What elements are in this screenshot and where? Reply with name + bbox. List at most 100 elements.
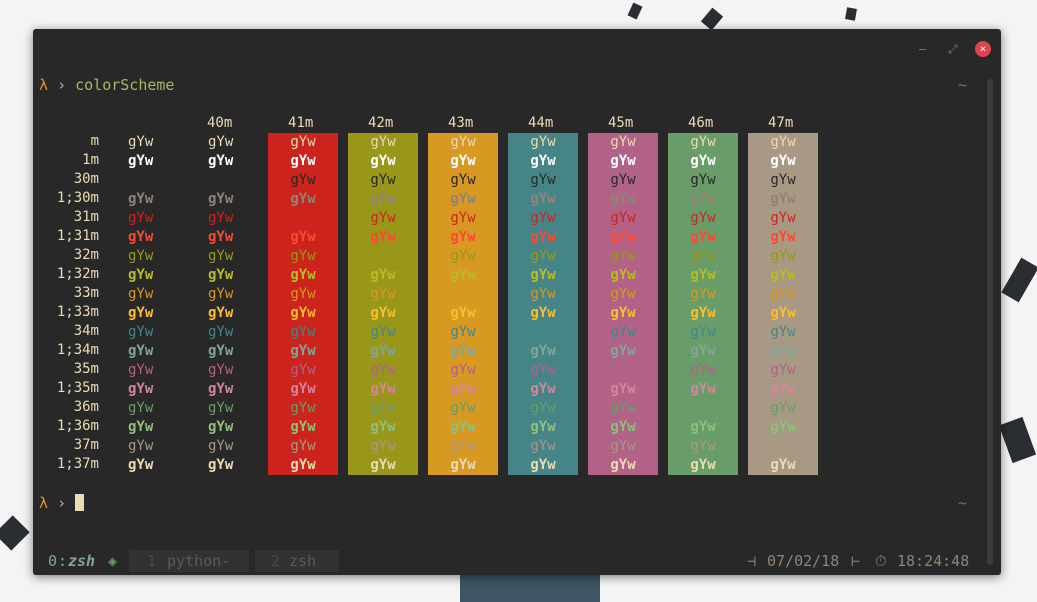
wallpaper-shard (0, 515, 30, 551)
color-sample: gYw (370, 153, 396, 169)
color-sample: gYw (770, 305, 796, 321)
active-prompt[interactable]: λ › (39, 494, 85, 513)
fg-row-label: 1;31m (56, 228, 99, 244)
color-sample: gYw (610, 172, 636, 188)
color-sample: gYw (370, 457, 396, 473)
color-sample: gYw (370, 172, 396, 188)
minimize-button[interactable]: – (919, 41, 926, 57)
bg-column-43m: gYw gYw gYw gYw gYw gYw gYw gYw gYw gYw gYw gYw gYw g… (428, 133, 498, 475)
color-sample: gYw (290, 362, 316, 378)
default-bg-sample: gYw (128, 457, 154, 473)
color-sample: gYw (450, 191, 476, 207)
fg-row-label: 33m (73, 285, 99, 301)
tmux-status-bar: 0 : zsh ◈ 1 python- 2 zsh ⊣ 07/02/18 ⊢ ⏱… (41, 550, 987, 572)
color-sample: gYw (770, 248, 796, 264)
clock-icon: ⏱ (875, 552, 887, 570)
color-sample: gYw (770, 153, 796, 169)
color-sample: gYw (690, 153, 716, 169)
bg-header-41m: 41m (288, 115, 314, 131)
command-line: λ › colorScheme (39, 76, 174, 95)
color-sample: gYw (450, 324, 476, 340)
fg-row-label: 34m (73, 323, 99, 339)
bg-header-47m: 47m (768, 115, 794, 131)
fg-row-label: 35m (73, 361, 99, 377)
color-sample: gYw (690, 267, 716, 283)
wallpaper-shard (627, 2, 643, 20)
color-sample: gYw (690, 400, 716, 416)
terminal-window[interactable]: – ⤢ × λ › colorScheme ~ λ › ~ 0 : zsh ◈ … (33, 29, 1001, 575)
bg-40m-sample: gYw (208, 229, 234, 245)
session-marker-icon: ◈ (108, 552, 118, 570)
bg-40m-sample: gYw (208, 400, 234, 416)
bg-40m-sample: gYw (208, 419, 234, 435)
color-sample: gYw (610, 229, 636, 245)
color-sample: gYw (610, 153, 636, 169)
maximize-button[interactable]: ⤢ (948, 41, 958, 57)
bg-40m-sample: gYw (208, 438, 234, 454)
color-sample: gYw (370, 267, 396, 283)
fg-row-label: 1;33m (56, 304, 99, 320)
title-bar[interactable]: – ⤢ × (33, 29, 1001, 69)
color-sample: gYw (370, 210, 396, 226)
color-sample: gYw (370, 343, 396, 359)
color-sample: gYw (690, 343, 716, 359)
color-sample: gYw (610, 191, 636, 207)
color-sample: gYw (610, 419, 636, 435)
default-bg-sample: gYw (128, 362, 154, 378)
bg-column-46m: gYw gYw gYw gYw gYw gYw gYw gYw gYw gYw gYw gYw gYw g… (668, 133, 738, 475)
color-sample: gYw (610, 248, 636, 264)
default-bg-sample: gYw (128, 419, 154, 435)
text-cursor[interactable] (75, 494, 85, 511)
color-sample: gYw (610, 343, 636, 359)
color-sample: gYw (690, 419, 716, 435)
color-sample: gYw (450, 229, 476, 245)
color-sample: gYw (530, 248, 556, 264)
default-bg-sample: gYw (128, 191, 154, 207)
color-sample: gYw (770, 229, 796, 245)
wallpaper-shard (1001, 257, 1037, 303)
color-sample: gYw (290, 419, 316, 435)
tmux-window-1[interactable]: 1 python- (129, 550, 249, 572)
status-time: 18:24:48 (897, 552, 970, 570)
wallpaper-shard (460, 575, 600, 602)
color-sample: gYw (290, 191, 316, 207)
bg-40m-sample: gYw (208, 324, 234, 340)
color-sample: gYw (770, 343, 796, 359)
color-sample: gYw (690, 172, 716, 188)
color-sample: gYw (370, 438, 396, 454)
right-prompt-marker: ~ (957, 76, 967, 94)
bg-header-40m: 40m (207, 115, 233, 131)
close-button[interactable]: × (975, 41, 991, 57)
color-sample: gYw (450, 248, 476, 264)
bg-header-43m: 43m (448, 115, 474, 131)
color-sample: gYw (690, 248, 716, 264)
wallpaper-shard (998, 416, 1037, 464)
window-index: 1 (147, 552, 157, 570)
default-bg-sample: gYw (128, 229, 154, 245)
scrollbar[interactable] (987, 79, 993, 565)
default-bg-sample: gYw (128, 172, 154, 188)
fg-row-label: 1;30m (56, 190, 99, 206)
color-sample: gYw (690, 457, 716, 473)
color-sample: gYw (290, 172, 316, 188)
color-sample: gYw (610, 267, 636, 283)
color-sample: gYw (450, 343, 476, 359)
color-sample: gYw (530, 134, 556, 150)
default-bg-sample: gYw (128, 248, 154, 264)
fg-row-label: 31m (73, 209, 99, 225)
color-sample: gYw (450, 172, 476, 188)
tmux-window-2[interactable]: 2 zsh (255, 550, 339, 572)
color-sample: gYw (290, 324, 316, 340)
color-sample: gYw (690, 191, 716, 207)
color-sample: gYw (770, 191, 796, 207)
color-sample: gYw (690, 134, 716, 150)
bg-header-42m: 42m (368, 115, 394, 131)
bg-header-45m: 45m (608, 115, 634, 131)
color-sample: gYw (690, 210, 716, 226)
prompt-lambda-icon: λ (39, 76, 49, 94)
bg-40m-sample: gYw (208, 172, 234, 188)
bg-column-47m: gYw gYw gYw gYw gYw gYw gYw gYw gYw gYw gYw gYw gYw g… (748, 133, 818, 475)
color-sample: gYw (290, 267, 316, 283)
color-sample: gYw (530, 210, 556, 226)
bg-40m-sample: gYw (208, 248, 234, 264)
